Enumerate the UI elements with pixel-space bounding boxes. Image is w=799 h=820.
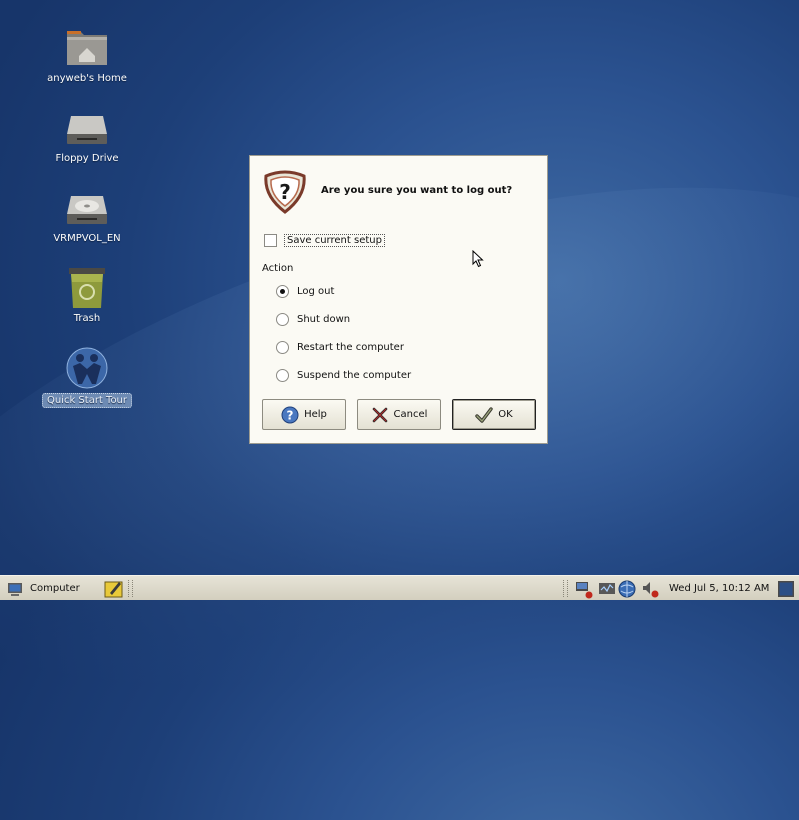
radio-label[interactable]: Suspend the computer	[297, 370, 411, 381]
save-setup-label[interactable]: Save current setup	[284, 233, 385, 247]
computer-icon	[7, 581, 23, 597]
logout-dialog: ? Are you sure you want to log out? Save…	[249, 155, 548, 444]
help-button-label: Help	[304, 409, 327, 420]
help-icon: ?	[281, 406, 299, 424]
radio-suspend[interactable]: Suspend the computer	[276, 367, 411, 383]
mouse-pointer-icon	[472, 249, 484, 268]
radio-button[interactable]	[276, 368, 289, 382]
radio-restart[interactable]: Restart the computer	[276, 339, 404, 355]
svg-text:?: ?	[287, 408, 294, 422]
svg-text:?: ?	[279, 180, 291, 204]
desktop-icon-cdrom[interactable]: VRMPVOL_EN	[42, 186, 132, 244]
computer-menu-button[interactable]: Computer	[7, 576, 80, 601]
cancel-button[interactable]: Cancel	[357, 399, 441, 430]
show-desktop-icon[interactable]	[777, 576, 795, 601]
system-monitor-icon[interactable]	[597, 576, 617, 601]
ok-check-icon	[475, 406, 493, 424]
desktop-icon-label: VRMPVOL_EN	[53, 233, 121, 244]
notes-icon	[104, 579, 124, 599]
cancel-button-label: Cancel	[393, 409, 428, 420]
drive-icon	[63, 106, 111, 150]
desktop-icon-quick-start-tour[interactable]: Quick Start Tour	[42, 346, 132, 408]
radio-label[interactable]: Log out	[297, 286, 334, 297]
desktop-icon-label: Quick Start Tour	[42, 393, 132, 408]
save-setup-checkbox[interactable]	[264, 233, 277, 247]
bottom-panel: Computer Wed Jul 5, 10:12 AM	[0, 575, 799, 600]
trash-icon	[63, 266, 111, 310]
radio-shut-down[interactable]: Shut down	[276, 311, 350, 327]
update-globe-icon[interactable]	[617, 576, 637, 601]
volume-muted-icon[interactable]	[640, 576, 660, 601]
computer-menu-label: Computer	[30, 583, 80, 594]
cancel-icon	[371, 406, 389, 424]
desktop-icon-trash[interactable]: Trash	[42, 266, 132, 324]
panel-clock[interactable]: Wed Jul 5, 10:12 AM	[669, 576, 769, 601]
help-button[interactable]: ? Help	[262, 399, 346, 430]
ok-button-label: OK	[498, 409, 513, 420]
radio-button[interactable]	[276, 312, 289, 326]
desktop-icon-label: anyweb's Home	[47, 73, 127, 84]
radio-button[interactable]	[276, 340, 289, 354]
dialog-question: Are you sure you want to log out?	[321, 185, 513, 196]
radio-log-out[interactable]: Log out	[276, 283, 334, 299]
desktop-icon-label: Floppy Drive	[55, 153, 119, 164]
notes-launcher[interactable]	[104, 576, 124, 601]
save-setup-checkbox-row[interactable]: Save current setup	[264, 232, 385, 248]
panel-handle[interactable]	[563, 580, 568, 597]
action-section-label: Action	[262, 263, 294, 274]
desktop-icon-floppy[interactable]: Floppy Drive	[42, 106, 132, 164]
question-icon: ?	[262, 170, 308, 214]
radio-label[interactable]: Restart the computer	[297, 342, 404, 353]
network-status-icon[interactable]	[574, 576, 594, 601]
home-folder-icon	[63, 26, 111, 70]
cdrom-icon	[63, 186, 111, 230]
radio-label[interactable]: Shut down	[297, 314, 350, 325]
panel-handle[interactable]	[128, 580, 133, 597]
radio-button[interactable]	[276, 284, 289, 298]
desktop-icon-home[interactable]: anyweb's Home	[42, 26, 132, 84]
quick-start-tour-icon	[63, 346, 111, 390]
ok-button[interactable]: OK	[452, 399, 536, 430]
desktop-icon-label: Trash	[73, 313, 101, 324]
